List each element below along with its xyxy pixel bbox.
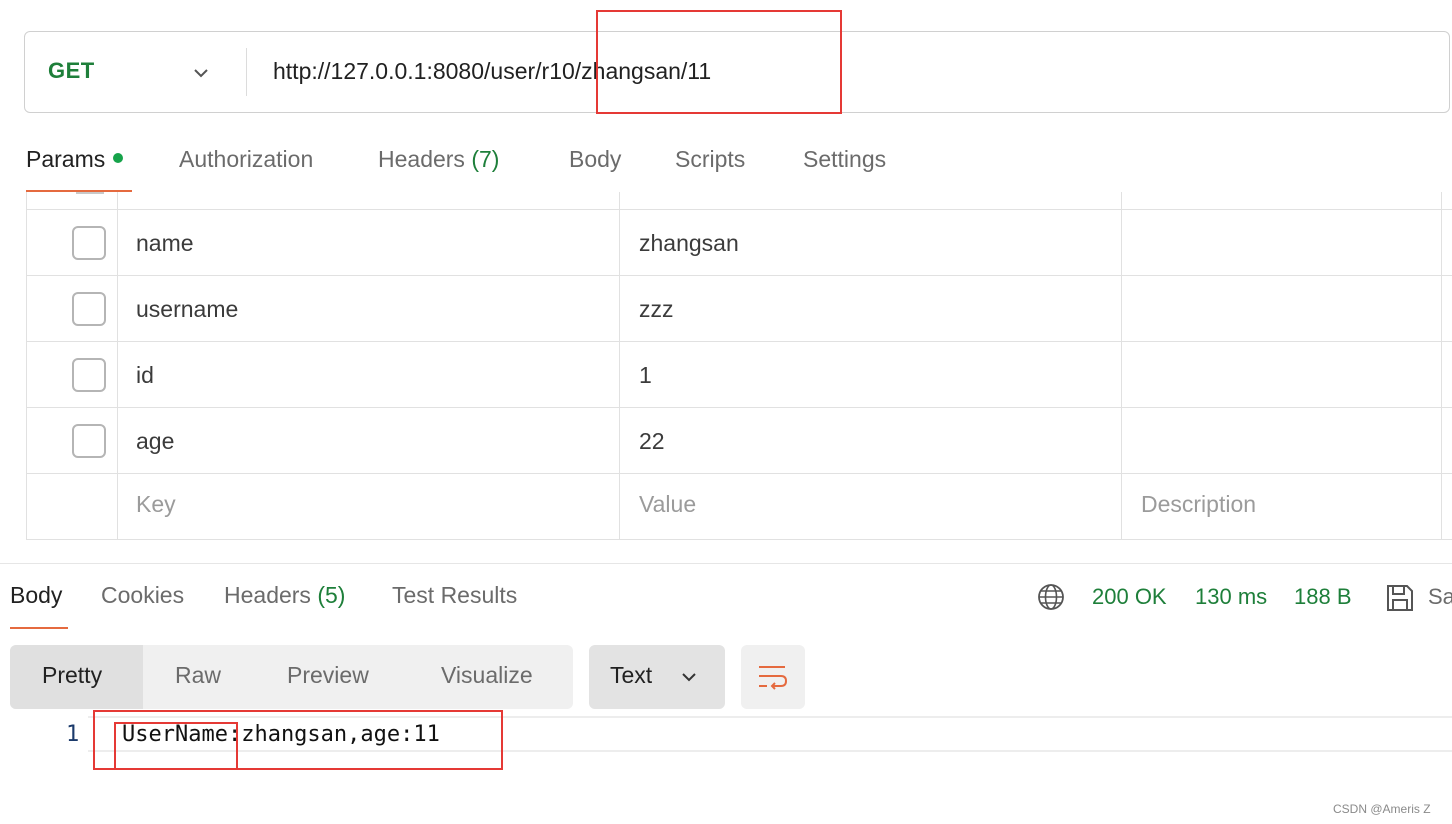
save-response-button[interactable]: Sa [1428,584,1452,610]
new-key-input[interactable]: Key [136,491,176,518]
tab-headers-label: Headers [378,146,465,172]
view-preview-button[interactable]: Preview [287,662,369,689]
row-divider [26,473,1452,474]
chevron-down-icon[interactable] [190,62,212,84]
param-key[interactable]: id [136,362,154,389]
view-raw-button[interactable]: Raw [175,662,221,689]
url-separator [246,48,247,96]
tab-body[interactable]: Body [569,146,621,173]
tab-headers-count: (7) [471,146,500,172]
param-value[interactable]: zzz [639,296,674,323]
column-divider [619,192,620,540]
response-time: 130 ms [1195,584,1268,609]
row-divider [26,341,1452,342]
response-size: 188 B [1294,584,1352,609]
column-divider [1441,192,1442,540]
view-visualize-button[interactable]: Visualize [441,662,533,689]
pane-divider[interactable] [0,563,1452,564]
response-tab-headers-count: (5) [317,582,346,608]
response-tab-cookies[interactable]: Cookies [101,582,184,609]
tab-params[interactable]: Params [26,146,124,173]
param-key[interactable]: age [136,428,174,455]
params-table [26,192,1452,540]
param-value[interactable]: 22 [639,428,665,455]
scrolled-row-edge [76,192,104,194]
new-value-input[interactable]: Value [639,491,696,518]
save-icon[interactable] [1384,582,1416,614]
tab-authorization[interactable]: Authorization [179,146,313,173]
active-response-tab-indicator [10,627,68,629]
status-code: 200 OK [1092,584,1167,609]
new-description-input[interactable]: Description [1141,491,1256,518]
response-tab-headers-label: Headers [224,582,311,608]
format-select-label: Text [610,662,653,688]
column-divider [117,192,118,540]
annotation-box-username [114,722,238,770]
watermark: CSDN @Ameris Z [1333,802,1431,816]
tab-settings[interactable]: Settings [803,146,886,173]
param-checkbox-id[interactable] [72,358,106,392]
method-select[interactable]: GET [48,58,95,84]
view-pretty-button[interactable]: Pretty [42,662,102,689]
column-divider [1121,192,1122,540]
tab-scripts[interactable]: Scripts [675,146,745,173]
param-value[interactable]: 1 [639,362,652,389]
params-active-dot [113,153,124,163]
line-number: 1 [66,722,80,747]
param-checkbox-name[interactable] [72,226,106,260]
param-key[interactable]: username [136,296,238,323]
tab-params-label: Params [26,146,106,172]
response-tab-test-results[interactable]: Test Results [392,582,517,609]
param-key[interactable]: name [136,230,194,257]
response-tab-headers[interactable]: Headers (5) [224,582,345,609]
row-divider [26,275,1452,276]
param-value[interactable]: zhangsan [639,230,739,257]
row-divider [26,209,1452,210]
annotation-box-url [596,10,842,114]
param-checkbox-username[interactable] [72,292,106,326]
response-tab-body[interactable]: Body [10,582,62,609]
wrap-lines-icon [759,666,788,690]
param-checkbox-age[interactable] [72,424,106,458]
chevron-down-icon [682,673,696,682]
globe-icon[interactable] [1036,582,1066,612]
row-divider [26,407,1452,408]
tab-headers[interactable]: Headers (7) [378,146,499,173]
